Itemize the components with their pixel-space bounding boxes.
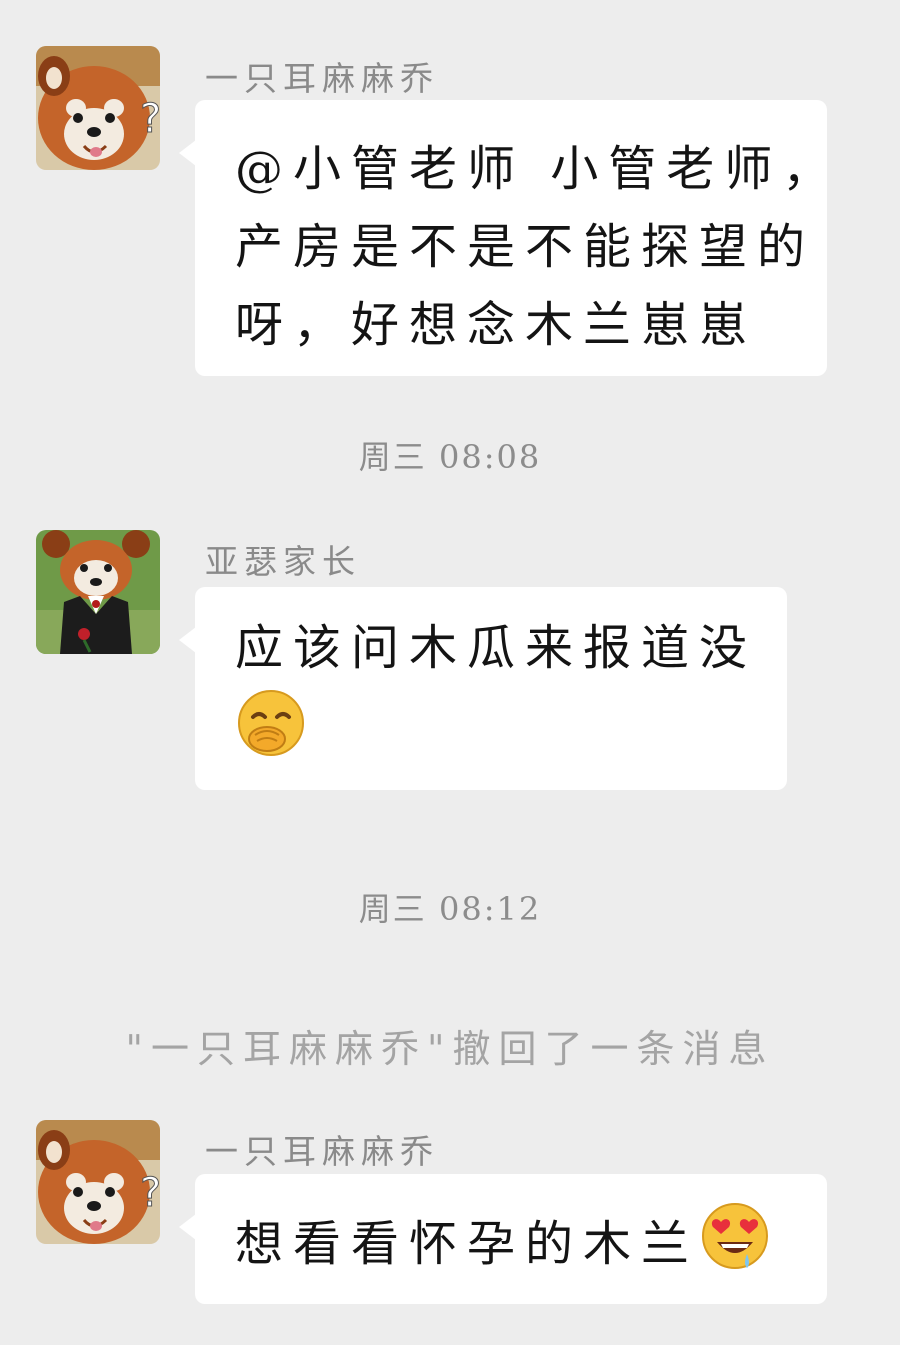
message-line: 呀，好想念木兰崽崽 xyxy=(235,297,758,353)
red-panda-avatar-image: ? xyxy=(36,1120,160,1244)
face-with-hand-over-mouth-emoji xyxy=(235,687,307,782)
message-line: 产房是不是不能探望的 xyxy=(235,219,816,275)
heart-eyes-drooling-emoji xyxy=(699,1200,771,1295)
red-panda-in-suit-avatar-image xyxy=(36,530,160,654)
message-line: 想看看怀孕的木兰 xyxy=(235,1200,807,1295)
message-bubble[interactable]: @小管老师 小管老师， 产房是不是不能探望的 呀，好想念木兰崽崽 xyxy=(179,100,841,376)
message-text: 想看看怀孕的木兰 xyxy=(235,1216,700,1272)
svg-text:?: ? xyxy=(140,96,160,142)
svg-text:?: ? xyxy=(140,1170,160,1216)
avatar[interactable] xyxy=(36,530,160,654)
message-bubble[interactable]: 想看看怀孕的木兰 xyxy=(179,1174,827,1304)
sender-name: 亚瑟家长 xyxy=(205,542,361,581)
message-line: @小管老师 小管老师， xyxy=(235,141,841,197)
message-bubble[interactable]: 应该问木瓜来报道没 xyxy=(179,587,787,790)
red-panda-avatar-image: ? xyxy=(36,46,160,170)
timestamp: 周三 08:12 xyxy=(358,890,542,928)
recall-notice: "一只耳麻麻乔"撤回了一条消息 xyxy=(125,1027,775,1071)
sender-name: 一只耳麻麻乔 xyxy=(205,59,439,98)
message-line: 应该问木瓜来报道没 xyxy=(235,620,758,676)
avatar[interactable]: ? xyxy=(36,1120,160,1244)
avatar[interactable]: ? xyxy=(36,46,160,170)
timestamp: 周三 08:08 xyxy=(358,438,542,476)
sender-name: 一只耳麻麻乔 xyxy=(205,1132,439,1171)
